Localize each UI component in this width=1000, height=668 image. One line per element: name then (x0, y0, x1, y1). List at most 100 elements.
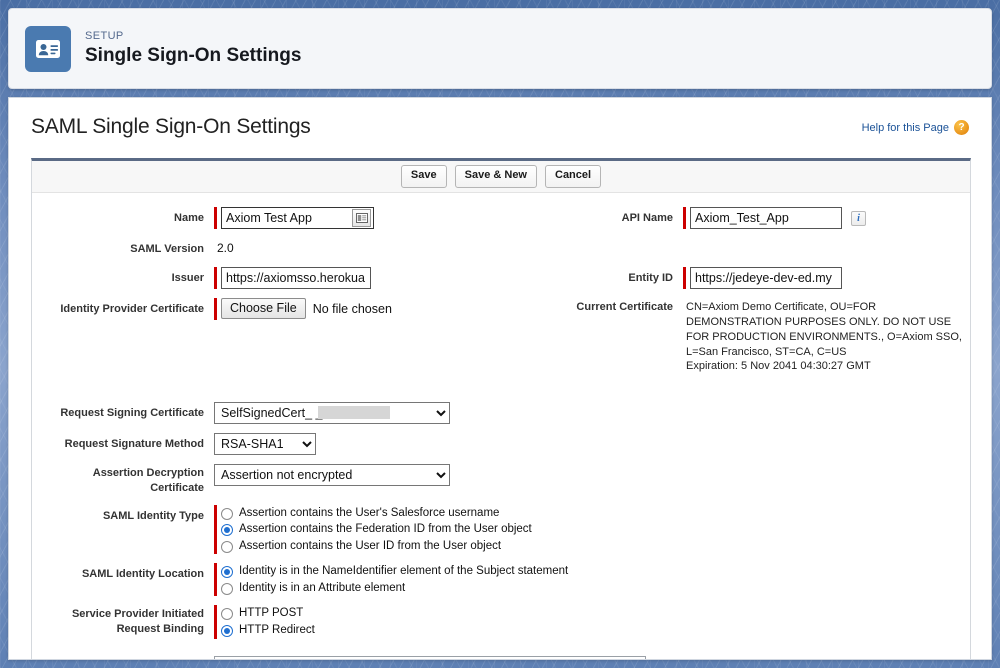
radio-button[interactable] (221, 582, 233, 595)
required-indicator (214, 267, 217, 289)
radio-button[interactable] (221, 608, 233, 621)
cert-line: DEMONSTRATION PURPOSES ONLY. DO NOT USE (686, 315, 952, 328)
form-row-sp-request-binding: Service Provider Initiated Request Bindi… (32, 605, 970, 639)
radio-option[interactable]: Assertion contains the User ID from the … (221, 539, 532, 555)
cert-line: Expiration: 5 Nov 2041 04:30:27 GMT (686, 360, 871, 373)
page-title: SAML Single Sign-On Settings (31, 115, 311, 138)
saml-identity-location-radio-group: Identity is in the NameIdentifier elemen… (221, 563, 568, 596)
radio-option[interactable]: HTTP POST (221, 606, 315, 622)
idp-login-url-label: Identity Provider Login URL (32, 656, 214, 659)
current-certificate-value: CN=Axiom Demo Certificate, OU=FOR DEMONS… (683, 298, 962, 374)
setup-page-title: Single Sign-On Settings (85, 44, 302, 66)
form-row-issuer-entityid: Issuer Entity ID (32, 267, 970, 289)
radio-label: Assertion contains the User's Salesforce… (239, 506, 500, 519)
saml-identity-location-label: SAML Identity Location (81, 568, 204, 581)
info-icon[interactable]: i (851, 210, 866, 226)
radio-label: Assertion contains the Federation ID fro… (239, 523, 532, 536)
form-toolbar: Save Save & New Cancel (32, 161, 970, 193)
required-indicator (214, 563, 217, 597)
help-for-this-page[interactable]: Help for this Page ? (862, 120, 969, 135)
radio-option[interactable]: Identity is in the NameIdentifier elemen… (221, 564, 568, 580)
cert-line: CN=Axiom Demo Certificate, OU=FOR (686, 301, 877, 313)
form-row-name-apiname: Name Axiom Test App API Name Axiom_Test_… (32, 207, 970, 229)
radio-button-selected[interactable] (221, 624, 233, 637)
required-indicator (214, 605, 217, 639)
required-indicator (683, 207, 686, 229)
request-signature-method-select[interactable]: RSA-SHA1 RSA-SHA256 (214, 433, 316, 456)
radio-button[interactable] (221, 507, 233, 520)
label-line: Certificate (150, 482, 204, 495)
current-certificate-label: Current Certificate (576, 301, 673, 313)
request-signing-certificate-select[interactable]: SelfSignedCert_ _173510 (214, 402, 450, 425)
main-content-card: SAML Single Sign-On Settings Help for th… (8, 97, 992, 660)
page-header-row: SAML Single Sign-On Settings Help for th… (9, 98, 991, 157)
form-row-saml-identity-location: SAML Identity Location Identity is in th… (32, 563, 970, 597)
radio-label: HTTP Redirect (239, 624, 315, 636)
setup-header: SETUP Single Sign-On Settings (8, 8, 992, 89)
saml-version-value: 2.0 (217, 241, 234, 255)
entity-id-input[interactable] (690, 267, 842, 289)
save-button[interactable]: Save (400, 165, 447, 188)
file-status-text: No file chosen (312, 301, 392, 316)
request-signing-certificate-label: Request Signing Certificate (60, 407, 204, 420)
label-line: Request Binding (116, 623, 204, 636)
cert-line: L=San Francisco, ST=CA, C=US (686, 345, 847, 358)
cert-line: FOR PRODUCTION ENVIRONMENTS., O=Axiom SS… (686, 330, 962, 343)
lookup-list-icon[interactable] (352, 209, 371, 227)
label-line: Assertion Decryption (92, 467, 204, 480)
form-body: Name Axiom Test App API Name Axiom_Test_… (32, 193, 970, 659)
saml-version-label: SAML Version (130, 243, 204, 255)
issuer-input[interactable] (221, 267, 371, 289)
name-field-wrapper (221, 207, 374, 229)
form-row-saml-identity-type: SAML Identity Type Assertion contains th… (32, 504, 970, 555)
assertion-decryption-certificate-label: Assertion Decryption Certificate (32, 464, 214, 496)
form-row-assertion-decryption-certificate: Assertion Decryption Certificate Asserti… (32, 464, 970, 496)
radio-option[interactable]: HTTP Redirect (221, 623, 315, 639)
name-input[interactable] (222, 208, 352, 228)
radio-label: HTTP POST (239, 607, 304, 620)
form-row-saml-version: SAML Version 2.0 (32, 238, 970, 258)
entity-id-label: Entity ID (628, 272, 673, 284)
saml-settings-form-panel: Save Save & New Cancel Name Axiom Test A… (31, 158, 971, 659)
saml-identity-type-label: SAML Identity Type (102, 509, 204, 522)
form-row-request-signature-method: Request Signature Method RSA-SHA1 RSA-SH… (32, 433, 970, 456)
radio-button[interactable] (221, 540, 233, 553)
form-row-certificates: Identity Provider Certificate Choose Fil… (32, 298, 970, 374)
radio-option[interactable]: Assertion contains the User's Salesforce… (221, 506, 532, 522)
issuer-label: Issuer (171, 272, 204, 284)
question-mark-icon[interactable]: ? (954, 120, 969, 135)
cancel-button[interactable]: Cancel (545, 165, 602, 188)
form-row-idp-login-url: Identity Provider Login URL (32, 655, 970, 659)
help-link[interactable]: Help for this Page (862, 122, 949, 134)
sp-request-binding-radio-group: HTTP POST HTTP Redirect (221, 605, 315, 638)
choose-file-button[interactable]: Choose File (221, 298, 306, 319)
file-upload-row: Choose File No file chosen (221, 298, 392, 319)
saml-identity-type-radio-group: Assertion contains the User's Salesforce… (221, 505, 532, 555)
radio-button-selected[interactable] (221, 524, 233, 537)
required-indicator (214, 298, 217, 320)
sp-request-binding-label: Service Provider Initiated Request Bindi… (32, 605, 214, 637)
api-name-input[interactable] (690, 207, 842, 229)
setup-eyebrow: SETUP (85, 30, 124, 43)
label-line: Service Provider Initiated (71, 608, 204, 621)
radio-button-selected[interactable] (221, 566, 233, 579)
save-and-new-button[interactable]: Save & New (454, 165, 537, 188)
radio-label: Identity is in the NameIdentifier elemen… (239, 565, 569, 578)
required-indicator (214, 207, 217, 229)
name-label: Name (174, 212, 204, 224)
id-badge-icon (25, 25, 71, 72)
idp-certificate-label: Identity Provider Certificate (60, 303, 204, 315)
form-row-request-signing-certificate: Request Signing Certificate SelfSignedCe… (32, 402, 970, 425)
radio-option[interactable]: Identity is in an Attribute element (221, 581, 568, 597)
required-indicator (683, 267, 686, 289)
radio-option[interactable]: Assertion contains the Federation ID fro… (221, 522, 532, 538)
radio-label: Identity is in an Attribute element (239, 581, 406, 594)
idp-login-url-input[interactable] (214, 655, 646, 659)
api-name-label: API Name (621, 212, 673, 224)
assertion-decryption-certificate-select[interactable]: Assertion not encrypted (214, 464, 450, 487)
request-signature-method-label: Request Signature Method (64, 438, 204, 451)
required-indicator (214, 504, 217, 555)
radio-label: Assertion contains the User ID from the … (239, 539, 502, 552)
